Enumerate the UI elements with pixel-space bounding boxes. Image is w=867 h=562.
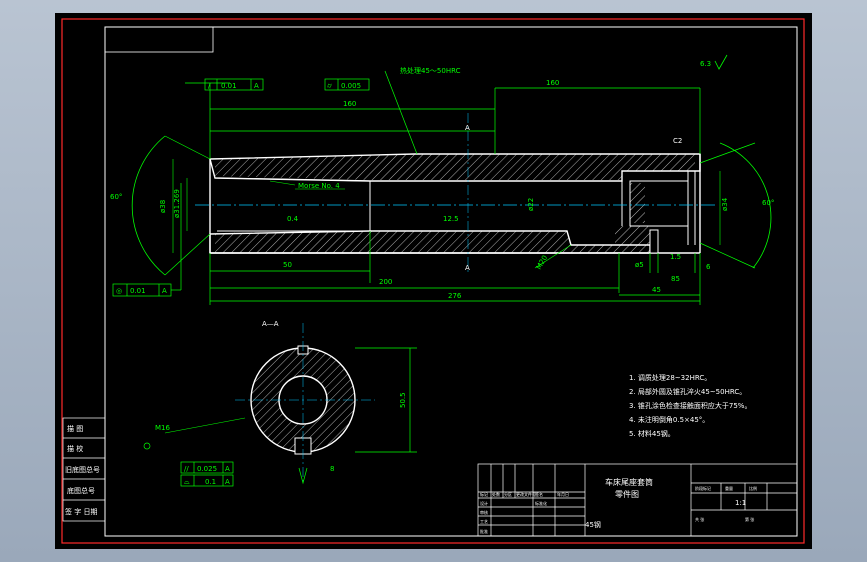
svg-text:3. 锥孔涂色检查接触面积应大于75%。: 3. 锥孔涂色检查接触面积应大于75%。: [629, 401, 751, 410]
dim-phi-34: ø34: [721, 197, 729, 211]
svg-text:⌭: ⌭: [327, 82, 332, 90]
tolerance-frame-left: ◎ 0.01 A: [112, 183, 182, 297]
outer-border: [61, 18, 805, 544]
roughness-symbol: [714, 54, 728, 70]
svg-text:5. 材料45钢。: 5. 材料45钢。: [629, 429, 675, 438]
svg-text:0.01: 0.01: [221, 82, 237, 90]
angle-right-label: 60°: [762, 199, 774, 207]
engineering-drawing: 6.3 A A 60° 60° 160 160 热处理45～50HRC C2 /…: [61, 18, 805, 544]
svg-text://: //: [184, 465, 189, 473]
svg-text:共 张: 共 张: [695, 516, 704, 522]
svg-text:0.025: 0.025: [197, 465, 217, 473]
svg-text:描 校: 描 校: [67, 444, 83, 453]
svg-text:底图总号: 底图总号: [67, 486, 95, 495]
svg-text:处数: 处数: [492, 491, 500, 497]
svg-text:A: A: [225, 465, 230, 473]
svg-text:比例: 比例: [749, 485, 757, 491]
scale: 1:1: [735, 499, 746, 507]
svg-text:分区: 分区: [504, 491, 512, 497]
svg-text:0.4: 0.4: [287, 215, 299, 223]
svg-text:签 字 日期: 签 字 日期: [65, 507, 97, 516]
svg-text:A: A: [225, 478, 230, 486]
svg-text:描 图: 描 图: [67, 424, 83, 433]
svg-text:审核: 审核: [480, 509, 488, 515]
svg-text:⌓: ⌓: [184, 478, 190, 486]
svg-text:重量: 重量: [725, 485, 733, 491]
svg-text:0.005: 0.005: [341, 82, 361, 90]
section-label: A—A: [262, 320, 279, 328]
heat-treat-label: 热处理45～50HRC: [400, 66, 461, 75]
svg-text:阶段标记: 阶段标记: [695, 485, 711, 491]
tolerance-frame-sec1: // 0.025 A: [180, 461, 234, 474]
svg-text:A: A: [254, 82, 259, 90]
svg-text:A: A: [162, 287, 167, 295]
material: 45钢: [585, 520, 601, 529]
svg-text:A: A: [465, 264, 470, 272]
dim-m16: M16: [155, 424, 170, 432]
svg-text:年月日: 年月日: [557, 491, 569, 497]
svg-text:ø5: ø5: [635, 261, 644, 269]
svg-text:更改文件号: 更改文件号: [516, 491, 536, 497]
dim-m20: M20: [535, 254, 549, 271]
svg-text:标记: 标记: [480, 491, 488, 497]
dim-6: 6: [706, 263, 711, 271]
dim-phi-38: ø38: [159, 200, 167, 213]
part-name: 车床尾座套筒: [605, 477, 653, 487]
svg-text:◎: ◎: [116, 287, 122, 295]
svg-text:旧底图总号: 旧底图总号: [65, 465, 100, 474]
dim-c2: C2: [673, 137, 682, 145]
svg-text:批准: 批准: [480, 528, 488, 534]
svg-text:标准化: 标准化: [535, 500, 547, 506]
dim-160-right: 160: [546, 79, 559, 87]
technical-notes: 1. 调质处理28~32HRC。 2. 局部外圆及锥孔淬火45~50HRC。 3…: [629, 373, 751, 438]
dim-85: 85: [671, 275, 680, 283]
dim-45: 45: [652, 286, 661, 294]
section-view: A—A: [235, 320, 375, 483]
angle-left-label: 60°: [110, 193, 122, 201]
svg-text:工艺: 工艺: [480, 519, 488, 524]
dim-section-height: 50.5: [399, 392, 407, 408]
svg-text:2. 局部外圆及锥孔淬火45~50HRC。: 2. 局部外圆及锥孔淬火45~50HRC。: [629, 387, 746, 396]
svg-text:0.1: 0.1: [205, 478, 216, 486]
dim-phi-left: ø31.269: [173, 189, 181, 218]
tolerance-frame-top1: / 0.01 A: [204, 78, 264, 91]
svg-text:0.01: 0.01: [130, 287, 146, 295]
tolerance-frame-top2: ⌭ 0.005: [324, 78, 370, 91]
dim-50: 50: [283, 261, 292, 269]
svg-text:签名: 签名: [535, 491, 543, 497]
cad-viewport[interactable]: 6.3 A A 60° 60° 160 160 热处理45～50HRC C2 /…: [55, 13, 812, 549]
surface-finish-ref: 6.3: [700, 60, 711, 68]
svg-text:1. 调质处理28~32HRC。: 1. 调质处理28~32HRC。: [629, 373, 711, 382]
svg-text:设计: 设计: [480, 500, 488, 506]
dim-276: 276: [448, 292, 462, 300]
doc-type: 零件图: [615, 489, 639, 499]
main-view: A A: [195, 113, 715, 273]
tolerance-frame-sec2: ⌓ 0.1 A: [180, 474, 234, 487]
dim-160-left: 160: [343, 100, 356, 108]
dim-phi-22: ø22: [527, 198, 535, 211]
inner-frame: [104, 26, 798, 537]
top-dimensions: [185, 70, 701, 159]
dim-slot: 8: [330, 465, 334, 473]
drawing-code-box: [104, 26, 214, 53]
dim-200: 200: [379, 278, 392, 286]
title-block: [477, 463, 798, 537]
svg-text:第 张: 第 张: [745, 516, 754, 522]
dim-1-5: 1.5: [670, 253, 681, 261]
svg-text:12.5: 12.5: [443, 215, 459, 223]
svg-text:4. 未注明倒角0.5×45°。: 4. 未注明倒角0.5×45°。: [629, 415, 709, 424]
